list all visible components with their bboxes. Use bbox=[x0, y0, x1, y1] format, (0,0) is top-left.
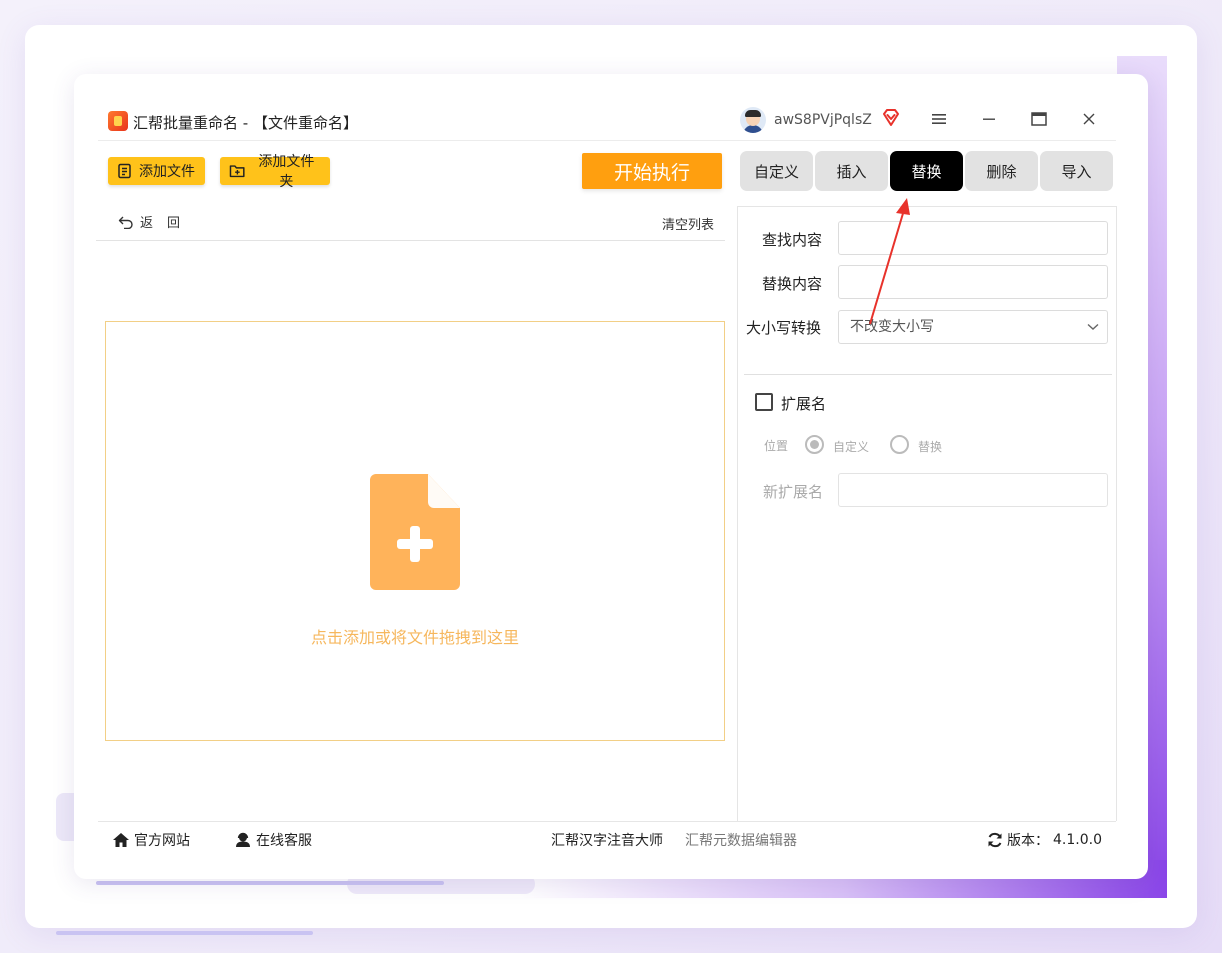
find-label: 查找内容 bbox=[762, 231, 823, 249]
case-label: 大小写转换 bbox=[746, 319, 822, 337]
vip-diamond-icon[interactable] bbox=[881, 108, 901, 128]
tab-custom[interactable]: 自定义 bbox=[740, 151, 813, 191]
case-select-value: 不改变大小写 bbox=[850, 319, 934, 335]
minimize-icon[interactable] bbox=[978, 108, 1000, 130]
app-window: 汇帮批量重命名 - 【文件重命名】 awS8PVjPqlsZ 添加文件 添加文件… bbox=[74, 74, 1148, 879]
tab-replace[interactable]: 替换 bbox=[890, 151, 963, 191]
app-logo-icon bbox=[108, 111, 128, 131]
menu-icon[interactable] bbox=[928, 108, 950, 130]
new-extension-label: 新扩展名 bbox=[763, 483, 824, 501]
replace-input[interactable] bbox=[838, 265, 1108, 299]
user-avatar[interactable] bbox=[740, 107, 766, 133]
position-label: 位置 bbox=[764, 439, 789, 453]
background-bar bbox=[96, 881, 444, 885]
window-title: 汇帮批量重命名 - 【文件重命名】 bbox=[133, 114, 358, 132]
extension-label: 扩展名 bbox=[781, 395, 827, 413]
official-website-link[interactable]: 官方网站 bbox=[112, 830, 190, 850]
maximize-icon[interactable] bbox=[1028, 108, 1050, 130]
version-number: 4.1.0.0 bbox=[1053, 832, 1102, 848]
replace-panel: 查找内容 替换内容 大小写转换 不改变大小写 扩展名 位置 自定义 替换 新扩展… bbox=[737, 206, 1117, 821]
list-divider bbox=[96, 240, 725, 241]
position-option-custom: 自定义 bbox=[833, 440, 870, 454]
official-website-label: 官方网站 bbox=[134, 833, 190, 849]
folder-plus-icon bbox=[229, 165, 245, 178]
tab-import[interactable]: 导入 bbox=[1040, 151, 1113, 191]
version-label: 版本： bbox=[1007, 833, 1049, 849]
file-list-icon bbox=[118, 163, 131, 179]
position-radio-custom[interactable] bbox=[805, 435, 824, 454]
file-drop-zone[interactable]: 点击添加或将文件拖拽到这里 bbox=[105, 321, 725, 741]
back-label: 返回 bbox=[140, 216, 195, 231]
chevron-down-icon bbox=[1087, 311, 1099, 343]
find-input[interactable] bbox=[838, 221, 1108, 255]
position-option-replace: 替换 bbox=[918, 440, 943, 454]
online-support-link[interactable]: 在线客服 bbox=[234, 830, 312, 850]
footer-divider bbox=[98, 821, 1116, 822]
add-folder-button[interactable]: 添加文件夹 bbox=[220, 154, 330, 190]
add-folder-label: 添加文件夹 bbox=[258, 154, 315, 190]
extension-checkbox[interactable] bbox=[755, 393, 773, 411]
username-label[interactable]: awS8PVjPqlsZ bbox=[774, 112, 872, 128]
tab-delete[interactable]: 删除 bbox=[965, 151, 1038, 191]
new-extension-input[interactable] bbox=[838, 473, 1108, 507]
add-file-button[interactable]: 添加文件 bbox=[108, 157, 205, 185]
tab-insert[interactable]: 插入 bbox=[815, 151, 888, 191]
panel-divider bbox=[744, 374, 1112, 375]
mode-tabs: 自定义 插入 替换 删除 导入 bbox=[740, 151, 1113, 191]
home-icon bbox=[113, 833, 129, 847]
close-icon[interactable] bbox=[1078, 108, 1100, 130]
title-divider bbox=[98, 140, 1116, 141]
support-agent-icon bbox=[236, 832, 250, 847]
background-bar bbox=[56, 931, 313, 935]
drop-hint: 点击添加或将文件拖拽到这里 bbox=[310, 628, 519, 647]
replace-label: 替换内容 bbox=[762, 275, 823, 293]
online-support-label: 在线客服 bbox=[256, 833, 312, 849]
add-file-icon bbox=[370, 474, 460, 590]
metadata-app-link[interactable]: 汇帮元数据编辑器 bbox=[685, 830, 797, 850]
refresh-icon bbox=[988, 832, 1002, 848]
back-arrow-icon bbox=[118, 216, 133, 229]
version-info[interactable]: 版本： 4.1.0.0 bbox=[987, 830, 1102, 850]
start-button[interactable]: 开始执行 bbox=[582, 153, 722, 189]
pinyin-app-link[interactable]: 汇帮汉字注音大师 bbox=[551, 830, 663, 850]
add-file-label: 添加文件 bbox=[139, 164, 195, 180]
back-button[interactable]: 返回 bbox=[118, 212, 194, 231]
position-radio-replace[interactable] bbox=[890, 435, 909, 454]
case-select[interactable]: 不改变大小写 bbox=[838, 310, 1108, 344]
title-bar: 汇帮批量重命名 - 【文件重命名】 awS8PVjPqlsZ bbox=[74, 74, 1148, 140]
clear-list-button[interactable]: 清空列表 bbox=[662, 214, 714, 233]
